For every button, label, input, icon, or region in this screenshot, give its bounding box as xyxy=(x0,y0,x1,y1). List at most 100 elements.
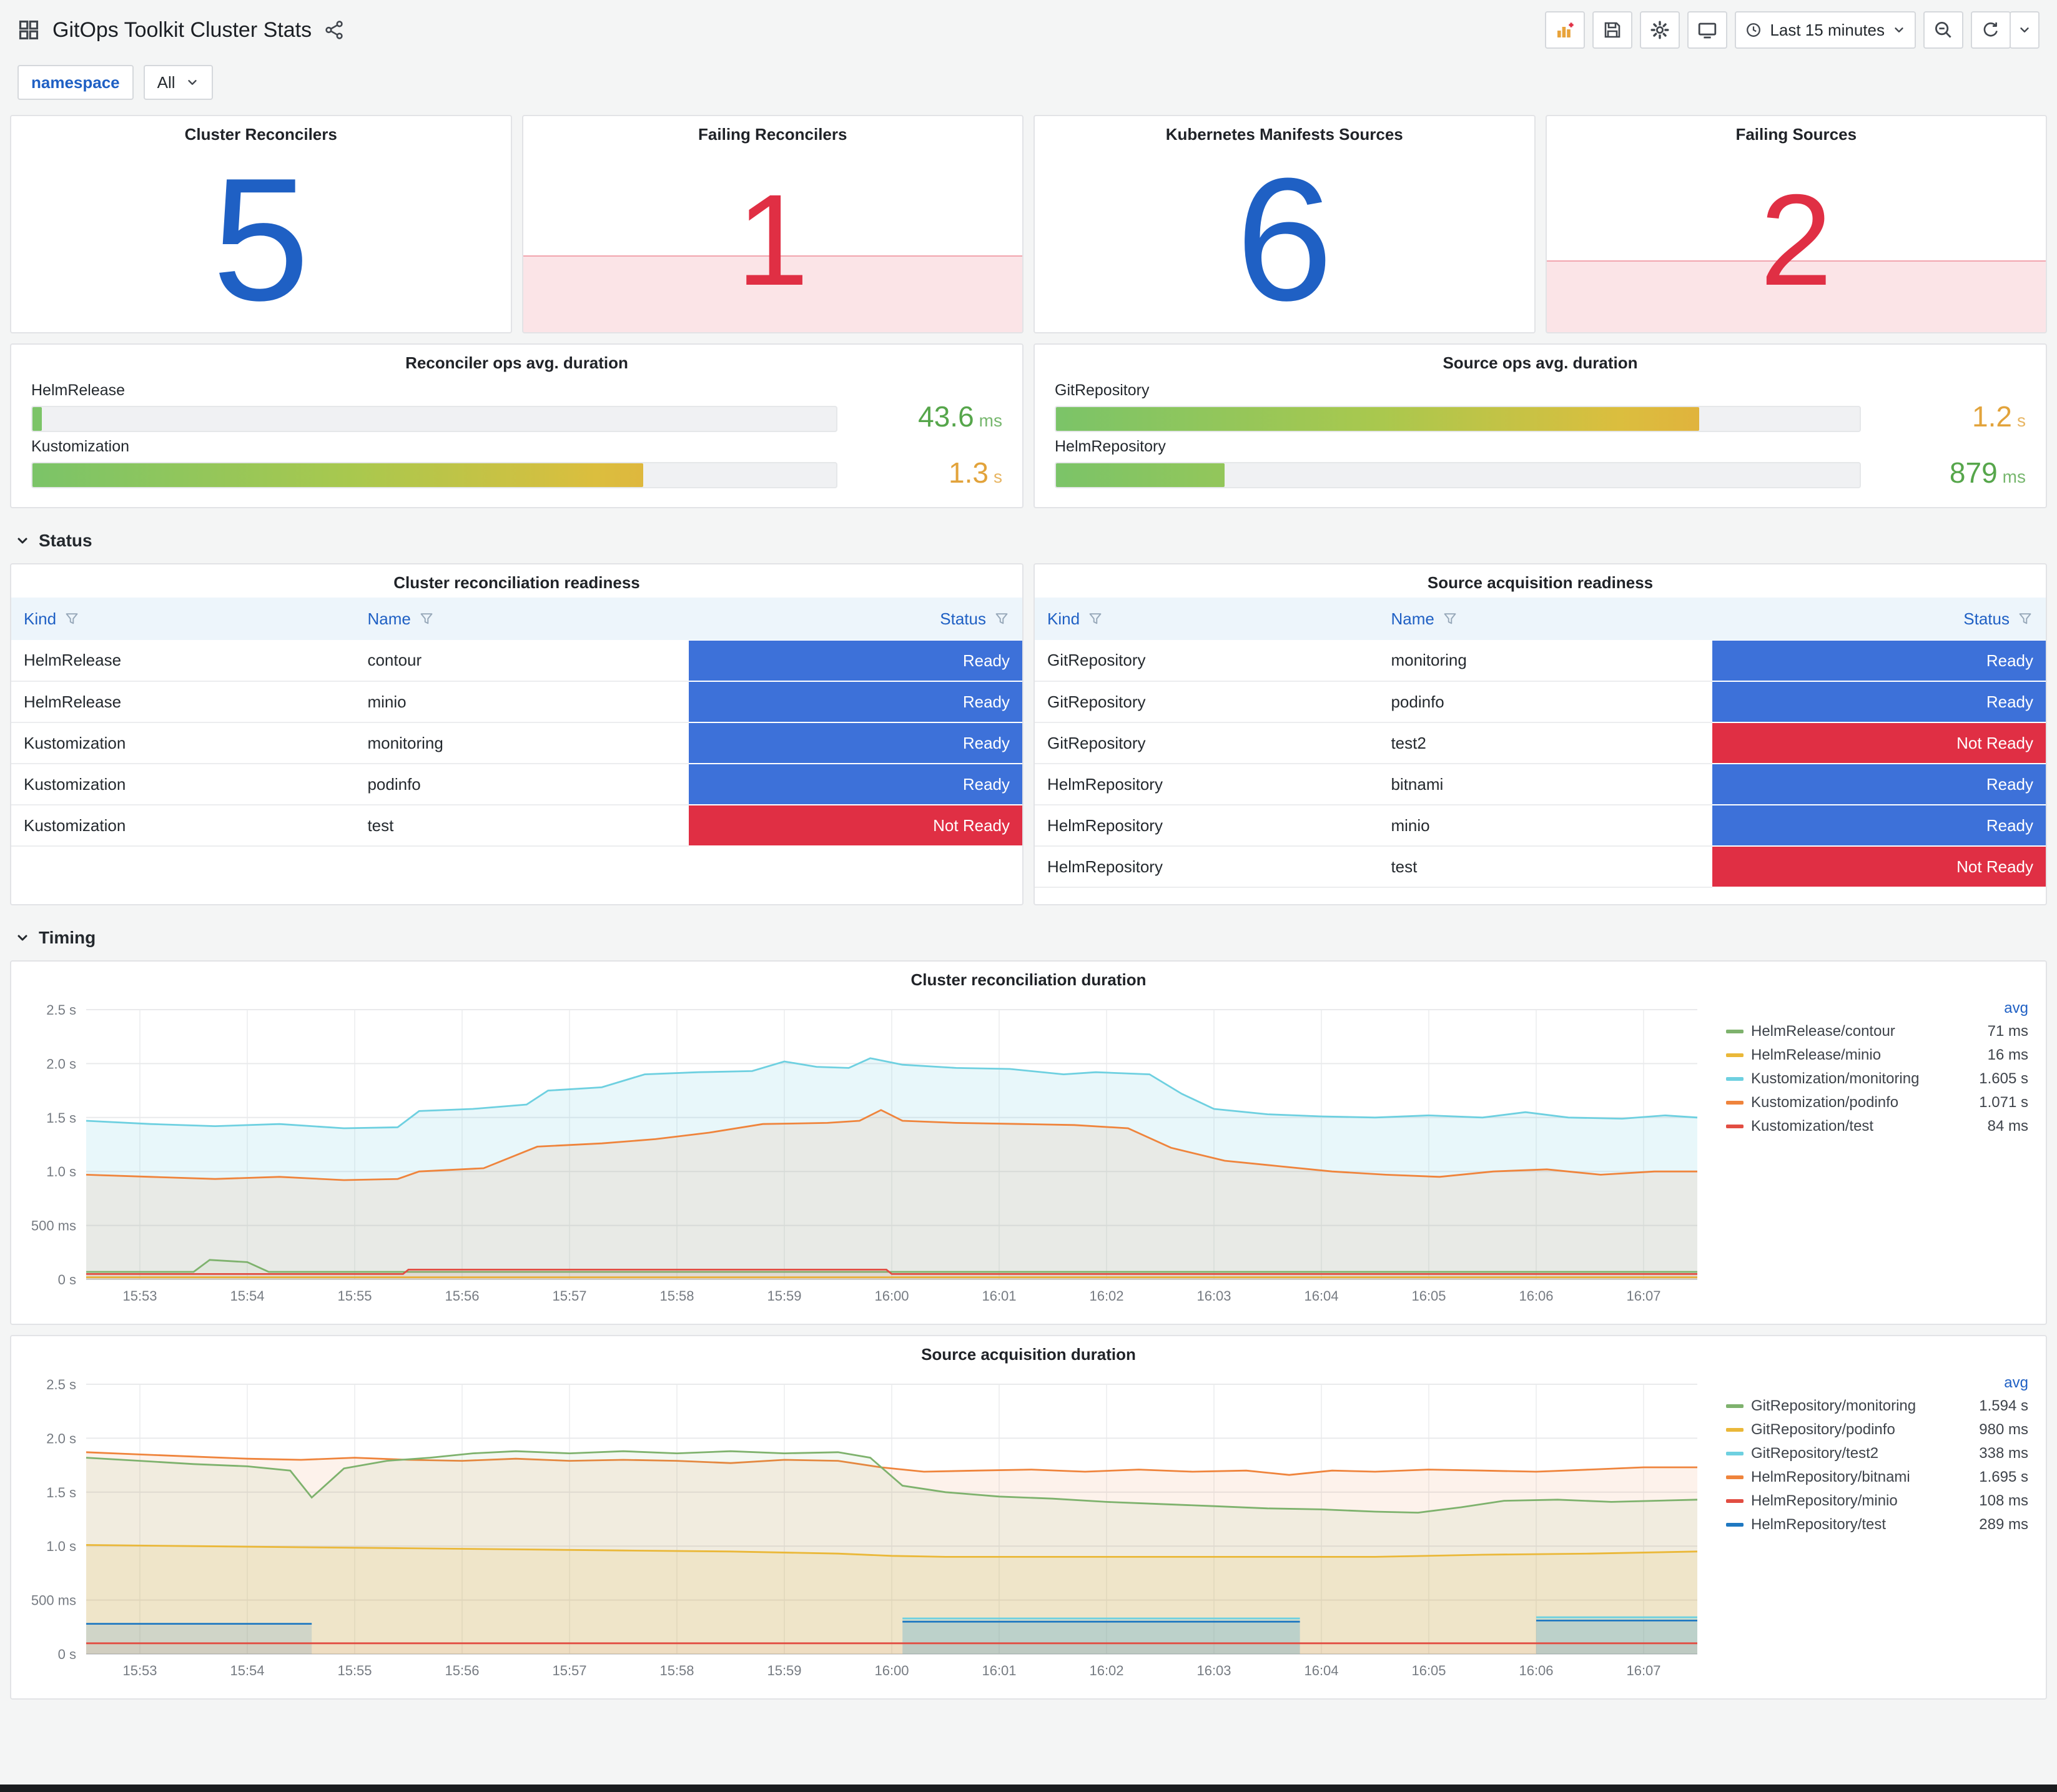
series-color-swatch xyxy=(1726,1077,1744,1081)
gauge-row: HelmRelease 43.6 ms xyxy=(31,382,1002,434)
svg-text:2.0 s: 2.0 s xyxy=(46,1056,76,1071)
gauge-bar xyxy=(32,406,42,431)
stat-panel-2: Kubernetes Manifests Sources 6 xyxy=(1033,115,1536,333)
legend-item[interactable]: GitRepository/podinfo 980 ms xyxy=(1726,1418,2028,1442)
status-badge: Ready xyxy=(1712,640,2046,681)
svg-text:2.5 s: 2.5 s xyxy=(46,1377,76,1392)
svg-text:2.0 s: 2.0 s xyxy=(46,1430,76,1446)
zoom-out-button[interactable] xyxy=(1923,11,1963,49)
filter-icon[interactable] xyxy=(1087,611,1103,627)
panel-title[interactable]: Source acquisition duration xyxy=(11,1336,2046,1369)
table-row: HelmRepository bitnami Ready xyxy=(1035,764,2046,805)
svg-text:16:07: 16:07 xyxy=(1626,1288,1660,1304)
svg-text:15:57: 15:57 xyxy=(552,1288,586,1304)
refresh-interval-dropdown[interactable] xyxy=(2010,11,2040,49)
filter-icon[interactable] xyxy=(1442,611,1458,627)
svg-text:15:59: 15:59 xyxy=(767,1288,801,1304)
svg-text:15:54: 15:54 xyxy=(230,1288,264,1304)
plot-area[interactable]: 0 s 500 ms 1.0 s 1.5 s 2.0 s 2.5 s 15:53 15:54 1… xyxy=(16,997,1724,1317)
series-avg-value: 1.605 s xyxy=(1979,1070,2028,1087)
column-header-status[interactable]: Status xyxy=(688,598,1022,640)
panel-source-acquisition-duration: Source acquisition duration 0 s 500 ms 1.0… xyxy=(10,1335,2047,1700)
table-cell: bitnami xyxy=(1378,764,1712,805)
namespace-dropdown[interactable]: All xyxy=(143,65,213,100)
series-color-swatch xyxy=(1726,1475,1744,1479)
table-cell: Kustomization xyxy=(11,722,355,764)
save-dashboard-button[interactable] xyxy=(1592,11,1633,49)
status-badge: Ready xyxy=(1712,764,2046,804)
gauge-track xyxy=(31,461,837,488)
legend-item[interactable]: HelmRepository/bitnami 1.695 s xyxy=(1726,1465,2028,1489)
panel-title[interactable]: Source ops avg. duration xyxy=(1055,345,2026,378)
time-series-canvas[interactable]: 0 s 500 ms 1.0 s 1.5 s 2.0 s 2.5 s 15:53 15:54 1… xyxy=(16,997,1715,1312)
svg-text:16:05: 16:05 xyxy=(1411,1288,1446,1304)
gauge-value: 1.2 s xyxy=(1972,400,2026,433)
cycle-view-mode-button[interactable] xyxy=(1687,11,1728,49)
time-picker[interactable]: Last 15 minutes xyxy=(1735,11,1916,49)
panel-title[interactable]: Failing Reconcilers xyxy=(523,116,1023,149)
panel-title[interactable]: Cluster reconciliation duration xyxy=(11,962,2046,995)
legend-item[interactable]: Kustomization/test 84 ms xyxy=(1726,1115,2028,1138)
column-header-kind[interactable]: Kind xyxy=(11,598,355,640)
filter-icon[interactable] xyxy=(64,611,80,627)
stat-panel-0: Cluster Reconcilers 5 xyxy=(10,115,512,333)
svg-text:16:04: 16:04 xyxy=(1304,1288,1338,1304)
namespace-value: All xyxy=(157,72,175,92)
readiness-table: Kind Name Status HelmRelease contour Ready Hel… xyxy=(11,598,1022,847)
add-panel-button[interactable] xyxy=(1545,11,1586,49)
panel-title[interactable]: Failing Sources xyxy=(1547,116,2046,149)
legend-item[interactable]: Kustomization/podinfo 1.071 s xyxy=(1726,1091,2028,1115)
chart-row-2: Source acquisition duration 0 s 500 ms 1.0… xyxy=(10,1335,2047,1700)
series-color-swatch xyxy=(1726,1101,1744,1105)
panel-title[interactable]: Reconciler ops avg. duration xyxy=(31,345,1002,378)
time-series-canvas[interactable]: 0 s 500 ms 1.0 s 1.5 s 2.0 s 2.5 s 15:53 15:54 1… xyxy=(16,1372,1715,1686)
legend-item[interactable]: GitRepository/test2 338 ms xyxy=(1726,1442,2028,1465)
legend-item[interactable]: HelmRepository/minio 108 ms xyxy=(1726,1489,2028,1513)
table-row: Kustomization monitoring Ready xyxy=(11,722,1022,764)
filter-icon[interactable] xyxy=(994,611,1010,627)
gauges-row: Reconciler ops avg. duration HelmRelease… xyxy=(10,343,2047,508)
gauge-value: 1.3 s xyxy=(949,456,1002,489)
status-badge: Ready xyxy=(688,640,1022,681)
filter-icon[interactable] xyxy=(2017,611,2033,627)
series-avg-value: 1.695 s xyxy=(1979,1469,2028,1485)
table-cell: Kustomization xyxy=(11,764,355,805)
settings-icon xyxy=(1650,20,1670,40)
legend-item[interactable]: Kustomization/monitoring 1.605 s xyxy=(1726,1067,2028,1091)
svg-text:16:03: 16:03 xyxy=(1196,1288,1231,1304)
section-timing[interactable]: Timing xyxy=(10,915,2047,960)
series-color-swatch xyxy=(1726,1053,1744,1057)
panel-source-acquisition-readiness: Source acquisition readiness Kind Name Sta… xyxy=(1033,563,2047,905)
series-avg-value: 84 ms xyxy=(1987,1118,2028,1135)
refresh-button[interactable] xyxy=(1971,11,2011,49)
column-header-name[interactable]: Name xyxy=(355,598,689,640)
status-cell: Ready xyxy=(1712,764,2046,805)
stat-value: 6 xyxy=(1235,142,1333,333)
column-header-name[interactable]: Name xyxy=(1378,598,1712,640)
share-dashboard-icon[interactable] xyxy=(324,20,344,40)
chart-legend: avg HelmRelease/contour 71 ms HelmRelease/m… xyxy=(1724,997,2036,1317)
readiness-table-wrap: Kind Name Status HelmRelease contour Ready Hel… xyxy=(11,598,1022,847)
series-avg-value: 1.071 s xyxy=(1979,1094,2028,1111)
legend-item[interactable]: HelmRelease/contour 71 ms xyxy=(1726,1020,2028,1043)
svg-text:16:05: 16:05 xyxy=(1411,1663,1446,1678)
section-status[interactable]: Status xyxy=(10,518,2047,563)
dashboard-title: GitOps Toolkit Cluster Stats xyxy=(52,17,312,42)
legend-item[interactable]: HelmRelease/minio 16 ms xyxy=(1726,1043,2028,1067)
svg-text:500 ms: 500 ms xyxy=(31,1593,76,1608)
legend-item[interactable]: GitRepository/monitoring 1.594 s xyxy=(1726,1394,2028,1418)
plot-area[interactable]: 0 s 500 ms 1.0 s 1.5 s 2.0 s 2.5 s 15:53 15:54 1… xyxy=(16,1372,1724,1691)
legend-item[interactable]: HelmRepository/test 289 ms xyxy=(1726,1513,2028,1537)
bar-gauge: GitRepository 1.2 s HelmRepository 879 ms xyxy=(1055,382,2026,490)
panel-title[interactable]: Source acquisition readiness xyxy=(1035,564,2046,598)
dashboard-settings-button[interactable] xyxy=(1640,11,1680,49)
dashboards-grid-icon[interactable] xyxy=(17,19,40,41)
column-header-status[interactable]: Status xyxy=(1712,598,2046,640)
filter-icon[interactable] xyxy=(418,611,435,627)
svg-text:16:01: 16:01 xyxy=(982,1663,1016,1678)
svg-text:0 s: 0 s xyxy=(58,1647,76,1662)
svg-text:2.5 s: 2.5 s xyxy=(46,1002,76,1018)
column-header-kind[interactable]: Kind xyxy=(1035,598,1379,640)
readiness-table: Kind Name Status GitRepository monitoring Rea… xyxy=(1035,598,2046,888)
panel-title[interactable]: Cluster reconciliation readiness xyxy=(11,564,1022,598)
